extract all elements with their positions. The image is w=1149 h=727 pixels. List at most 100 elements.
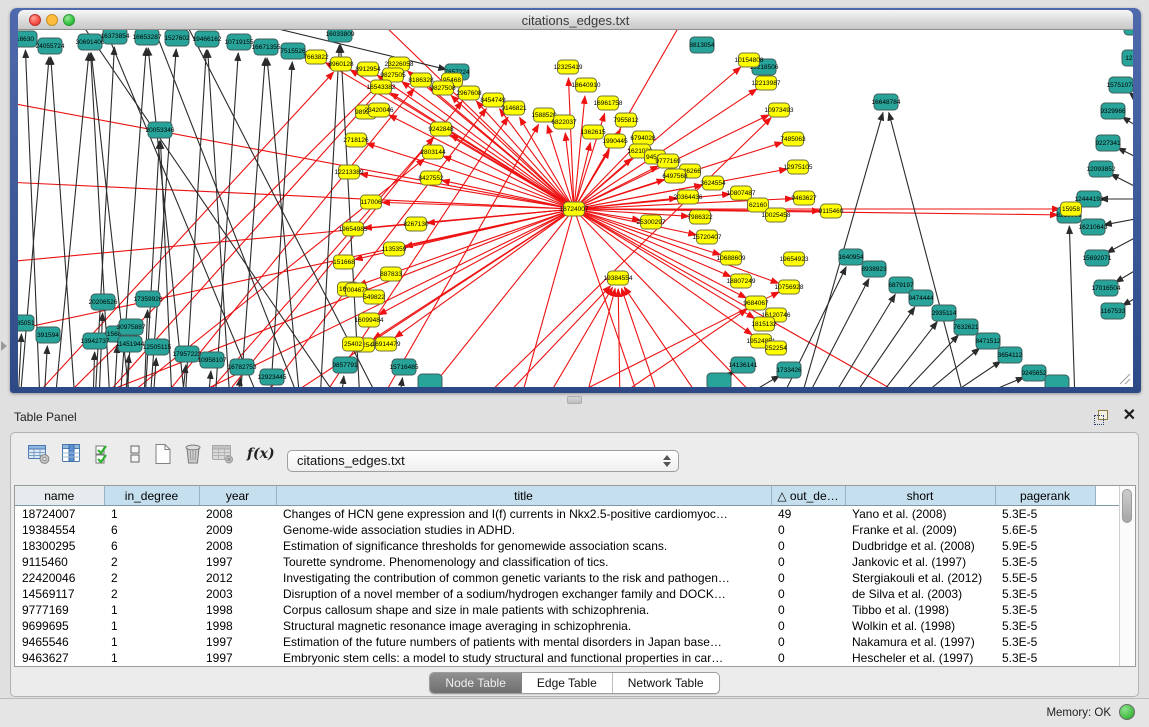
table-cell[interactable]: de Silva et al. (2003) bbox=[845, 586, 995, 602]
table-cell[interactable]: 22420046 bbox=[15, 570, 104, 586]
graph-node[interactable]: 2967608 bbox=[456, 86, 482, 100]
graph-node[interactable]: 15716485 bbox=[390, 359, 419, 375]
table-cell[interactable]: Yano et al. (2008) bbox=[845, 506, 995, 523]
graph-node[interactable]: 2803144 bbox=[420, 145, 446, 159]
delete-icon[interactable] bbox=[181, 442, 205, 466]
table-cell[interactable]: 1 bbox=[104, 650, 199, 666]
table-cell[interactable]: 6 bbox=[104, 538, 199, 554]
table-cell[interactable]: 2008 bbox=[199, 506, 276, 523]
table-cell[interactable]: Tourette syndrome. Phenomenology and cla… bbox=[276, 554, 771, 570]
graph-node[interactable] bbox=[1045, 375, 1069, 387]
table-cell[interactable]: Estimation of the future numbers of pati… bbox=[276, 634, 771, 650]
graph-node[interactable]: 25300297 bbox=[637, 215, 666, 229]
function-builder-icon[interactable]: f(x) bbox=[247, 445, 271, 469]
graph-node[interactable] bbox=[418, 374, 442, 387]
graph-node[interactable]: 18807249 bbox=[727, 274, 756, 288]
graph-node[interactable]: 9227341 bbox=[1095, 135, 1121, 151]
column-header-pagerank[interactable]: pagerank bbox=[995, 486, 1095, 506]
graph-node[interactable]: 1527602 bbox=[164, 30, 190, 46]
graph-node[interactable]: 23420046 bbox=[365, 103, 394, 117]
table-cell[interactable]: 0 bbox=[771, 602, 845, 618]
float-panel-icon[interactable] bbox=[1094, 410, 1109, 425]
table-cell[interactable]: 5.3E-5 bbox=[995, 618, 1095, 634]
table-cell[interactable]: Tibbo et al. (1998) bbox=[845, 602, 995, 618]
table-cell[interactable]: 2012 bbox=[199, 570, 276, 586]
graph-node[interactable]: 16543382 bbox=[367, 80, 396, 94]
column-header-year[interactable]: year bbox=[199, 486, 276, 506]
new-file-icon[interactable] bbox=[151, 442, 175, 466]
table-cell[interactable]: 2 bbox=[104, 586, 199, 602]
table-cell[interactable]: 1 bbox=[104, 602, 199, 618]
table-row[interactable]: 969969511998Structural magnetic resonanc… bbox=[15, 618, 1120, 634]
collapse-handle-icon[interactable] bbox=[1, 341, 7, 351]
table-cell[interactable]: 2 bbox=[104, 554, 199, 570]
table-cell[interactable]: Corpus callosum shape and size in male p… bbox=[276, 602, 771, 618]
table-cell[interactable]: Disruption of a novel member of a sodium… bbox=[276, 586, 771, 602]
graph-node[interactable]: 391594 bbox=[36, 327, 60, 343]
graph-node[interactable]: 7485063 bbox=[780, 132, 806, 146]
table-cell[interactable]: 2 bbox=[104, 570, 199, 586]
graph-node[interactable]: 9857791 bbox=[332, 357, 358, 373]
graph-node[interactable]: 19654923 bbox=[780, 252, 809, 266]
table-cell[interactable]: 0 bbox=[771, 554, 845, 570]
tab-edge-table[interactable]: Edge Table bbox=[522, 673, 613, 693]
graph-node[interactable]: 15692071 bbox=[1083, 250, 1112, 266]
network-canvas[interactable]: 1663024055724306914061637385416653287152… bbox=[18, 30, 1133, 387]
graph-node[interactable]: 10688609 bbox=[717, 251, 746, 265]
graph-node[interactable]: 9329966 bbox=[1100, 103, 1126, 119]
graph-node[interactable]: 7515526 bbox=[280, 43, 306, 59]
table-row[interactable]: 1830029562008Estimation of significance … bbox=[15, 538, 1120, 554]
graph-node[interactable]: 14136141 bbox=[729, 357, 758, 373]
resize-grip[interactable] bbox=[1117, 371, 1131, 385]
table-cell[interactable]: Embryonic stem cells: a model to study s… bbox=[276, 650, 771, 666]
graph-node[interactable]: 12213389 bbox=[335, 165, 364, 179]
table-cell[interactable]: 19384554 bbox=[15, 522, 104, 538]
table-cell[interactable]: Estimation of significance thresholds fo… bbox=[276, 538, 771, 554]
graph-node[interactable]: 12975105 bbox=[784, 160, 813, 174]
table-cell[interactable]: 5.3E-5 bbox=[995, 602, 1095, 618]
graph-node[interactable]: 9827508 bbox=[430, 81, 456, 95]
graph-node[interactable]: 8471512 bbox=[975, 333, 1001, 349]
graph-node[interactable]: 9242848 bbox=[428, 122, 454, 136]
table-cell[interactable]: 1998 bbox=[199, 618, 276, 634]
table-cell[interactable]: Hescheler et al. (1997) bbox=[845, 650, 995, 666]
graph-node[interactable]: 8813054 bbox=[689, 37, 715, 53]
graph-node[interactable]: 8267130 bbox=[403, 217, 429, 231]
graph-node[interactable]: 887833 bbox=[380, 267, 402, 281]
table-cell[interactable]: 5.6E-5 bbox=[995, 522, 1095, 538]
graph-node[interactable]: 10756928 bbox=[775, 280, 804, 294]
table-cell[interactable]: 5.3E-5 bbox=[995, 506, 1095, 523]
table-select-dropdown[interactable]: citations_edges.txt bbox=[287, 450, 679, 472]
graph-node[interactable]: 9245652 bbox=[1021, 365, 1047, 381]
column-visibility-icon[interactable] bbox=[60, 442, 84, 466]
graph-node[interactable]: 17016504 bbox=[1092, 280, 1121, 296]
graph-node[interactable]: 8912954 bbox=[355, 62, 381, 76]
table-row[interactable]: 1872400712008Changes of HCN gene express… bbox=[15, 506, 1120, 523]
table-cell[interactable]: 2003 bbox=[199, 586, 276, 602]
select-rows-icon[interactable] bbox=[93, 442, 117, 466]
table-cell[interactable]: 1997 bbox=[199, 554, 276, 570]
graph-node[interactable]: 10973493 bbox=[765, 103, 794, 117]
graph-node[interactable]: 117006 bbox=[360, 195, 382, 209]
table-cell[interactable]: Franke et al. (2009) bbox=[845, 522, 995, 538]
column-header-name[interactable]: name bbox=[15, 486, 104, 506]
import-table-icon[interactable] bbox=[211, 442, 235, 466]
table-cell[interactable]: 0 bbox=[771, 618, 845, 634]
graph-node[interactable]: 24055724 bbox=[36, 38, 65, 54]
graph-node[interactable]: 62160 bbox=[748, 198, 769, 212]
table-cell[interactable]: 1 bbox=[104, 506, 199, 523]
graph-node[interactable]: 16648784 bbox=[872, 94, 901, 110]
table-cell[interactable]: 6 bbox=[104, 522, 199, 538]
graph-node[interactable]: 12213987 bbox=[752, 76, 781, 90]
graph-node[interactable]: 9146821 bbox=[501, 101, 527, 115]
table-cell[interactable]: 5.3E-5 bbox=[995, 634, 1095, 650]
graph-node[interactable]: 6794028 bbox=[630, 131, 656, 145]
table-row[interactable]: 1938455462009Genome-wide association stu… bbox=[15, 522, 1120, 538]
splitter-handle[interactable] bbox=[567, 396, 582, 404]
table-cell[interactable]: 0 bbox=[771, 522, 845, 538]
graph-node[interactable]: 15751074 bbox=[1107, 77, 1133, 93]
graph-node[interactable]: 3624554 bbox=[700, 176, 726, 190]
graph-node[interactable]: 16961758 bbox=[594, 96, 623, 110]
graph-node[interactable]: 20364436 bbox=[674, 190, 703, 204]
graph-node[interactable]: 16630 bbox=[18, 31, 37, 47]
